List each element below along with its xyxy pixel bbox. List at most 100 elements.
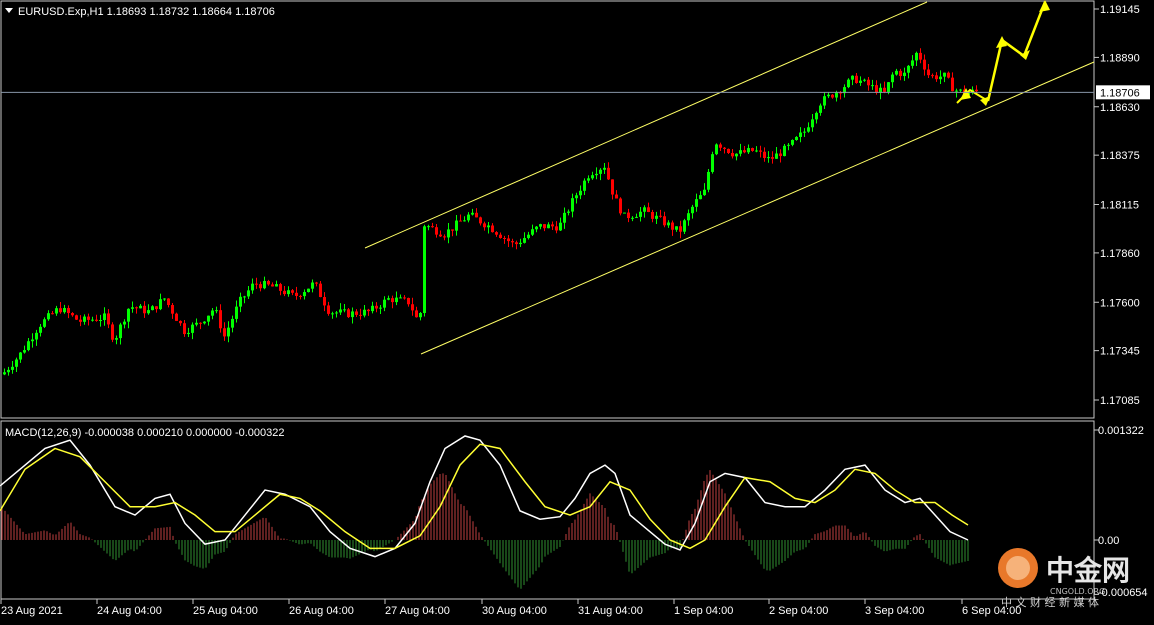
bull-candle [275, 284, 278, 287]
bull-candle [559, 222, 562, 231]
bull-candle [287, 290, 290, 295]
bull-candle [39, 326, 42, 333]
bull-candle [819, 105, 822, 113]
bull-candle [799, 132, 802, 137]
bull-candle [783, 145, 786, 157]
bear-candle [927, 69, 930, 76]
bear-candle [919, 52, 922, 60]
bull-candle [595, 173, 598, 176]
bear-candle [723, 147, 726, 149]
time-tick-label: 31 Aug 04:00 [578, 605, 643, 617]
bull-candle [191, 324, 194, 333]
bull-candle [343, 309, 346, 311]
price-tick-label: 1.17085 [1100, 395, 1140, 407]
bear-candle [483, 223, 486, 228]
bull-candle [847, 79, 850, 88]
bull-candle [339, 309, 342, 313]
bull-candle [23, 350, 26, 353]
bull-candle [527, 234, 530, 239]
bull-candle [827, 94, 830, 97]
bull-candle [687, 213, 690, 221]
bull-candle [151, 306, 154, 311]
symbol-header: EURUSD.Exp,H1 1.18693 1.18732 1.18664 1.… [18, 6, 275, 18]
bull-candle [55, 308, 58, 314]
bull-candle [119, 324, 122, 339]
forecast-arrows[interactable] [956, 0, 1050, 106]
price-tick-label: 1.18115 [1100, 200, 1139, 212]
bull-candle [683, 220, 686, 232]
bull-candle [163, 298, 166, 300]
bear-candle [619, 198, 622, 214]
bull-candle [791, 139, 794, 145]
bull-candle [195, 322, 198, 325]
bull-candle [735, 153, 738, 157]
bear-candle [167, 298, 170, 306]
trend-channel[interactable] [364, 1, 1095, 355]
bull-candle [31, 339, 34, 342]
bull-candle [675, 226, 678, 230]
bull-candle [571, 198, 574, 212]
bear-candle [875, 85, 878, 93]
bull-candle [383, 299, 386, 308]
bear-candle [179, 320, 182, 324]
bear-candle [315, 282, 318, 284]
bull-candle [859, 80, 862, 83]
forecast-arrowhead-icon[interactable] [1039, 0, 1050, 12]
bull-candle [959, 89, 962, 91]
bear-candle [403, 297, 406, 299]
bear-candle [475, 212, 478, 218]
bear-candle [87, 316, 90, 320]
bull-candle [47, 313, 50, 320]
bull-candle [203, 321, 206, 324]
bull-candle [747, 148, 750, 153]
bull-candle [691, 206, 694, 214]
bear-candle [355, 311, 358, 315]
price-tick-label: 1.18890 [1100, 52, 1140, 64]
bull-candle [887, 82, 890, 92]
macd-lines [0, 435, 969, 558]
bear-candle [375, 305, 378, 309]
time-tick-label: 30 Aug 04:00 [482, 605, 547, 617]
bear-candle [611, 179, 614, 195]
time-axis: 23 Aug 2021 24 Aug 04:00 25 Aug 04:00 26 Au… [0, 599, 1021, 617]
price-panel-frame [0, 0, 1095, 419]
bull-candle [563, 212, 566, 223]
bull-candle [707, 171, 710, 190]
bull-candle [699, 195, 702, 200]
forecast-zigzag-2[interactable] [986, 1, 1047, 102]
bull-candle [863, 79, 866, 81]
time-tick-label: 6 Sep 04:00 [962, 605, 1021, 617]
bull-candle [7, 369, 10, 373]
bear-candle [931, 75, 934, 77]
candlestick-series [3, 48, 978, 376]
bull-candle [159, 299, 162, 310]
bear-candle [651, 212, 654, 219]
eurusd-h1-chart[interactable]: 中金网 CNGOLD.ORG 中 文 财 经 新 媒 体 1.18706 1.1… [0, 0, 1154, 620]
bull-candle [815, 112, 818, 120]
price-tick-label: 1.17345 [1100, 346, 1140, 358]
bear-candle [439, 234, 442, 237]
chart-menu-triangle-icon[interactable] [5, 8, 13, 13]
bear-candle [407, 297, 410, 305]
bull-candle [851, 75, 854, 80]
bear-candle [199, 322, 202, 324]
bull-candle [139, 305, 142, 309]
bull-candle [583, 180, 586, 191]
bear-candle [431, 226, 434, 228]
bear-candle [183, 323, 186, 335]
bull-candle [467, 214, 470, 221]
bull-candle [447, 229, 450, 238]
bull-candle [943, 72, 946, 77]
time-tick-label: 27 Aug 04:00 [385, 605, 450, 617]
bull-candle [635, 216, 638, 218]
price-axis: 1.19145 1.18890 1.18630 1.18375 1.18115 1.178… [1094, 4, 1140, 407]
bull-candle [307, 288, 310, 293]
bear-candle [135, 307, 138, 309]
channel-lower-line[interactable] [420, 61, 1095, 355]
bull-candle [3, 372, 6, 375]
macd-tick-label: 0.001322 [1098, 425, 1144, 437]
macd-tick-label: 0.00 [1098, 535, 1119, 547]
bull-candle [811, 119, 814, 128]
bear-candle [867, 79, 870, 86]
bear-candle [923, 59, 926, 70]
